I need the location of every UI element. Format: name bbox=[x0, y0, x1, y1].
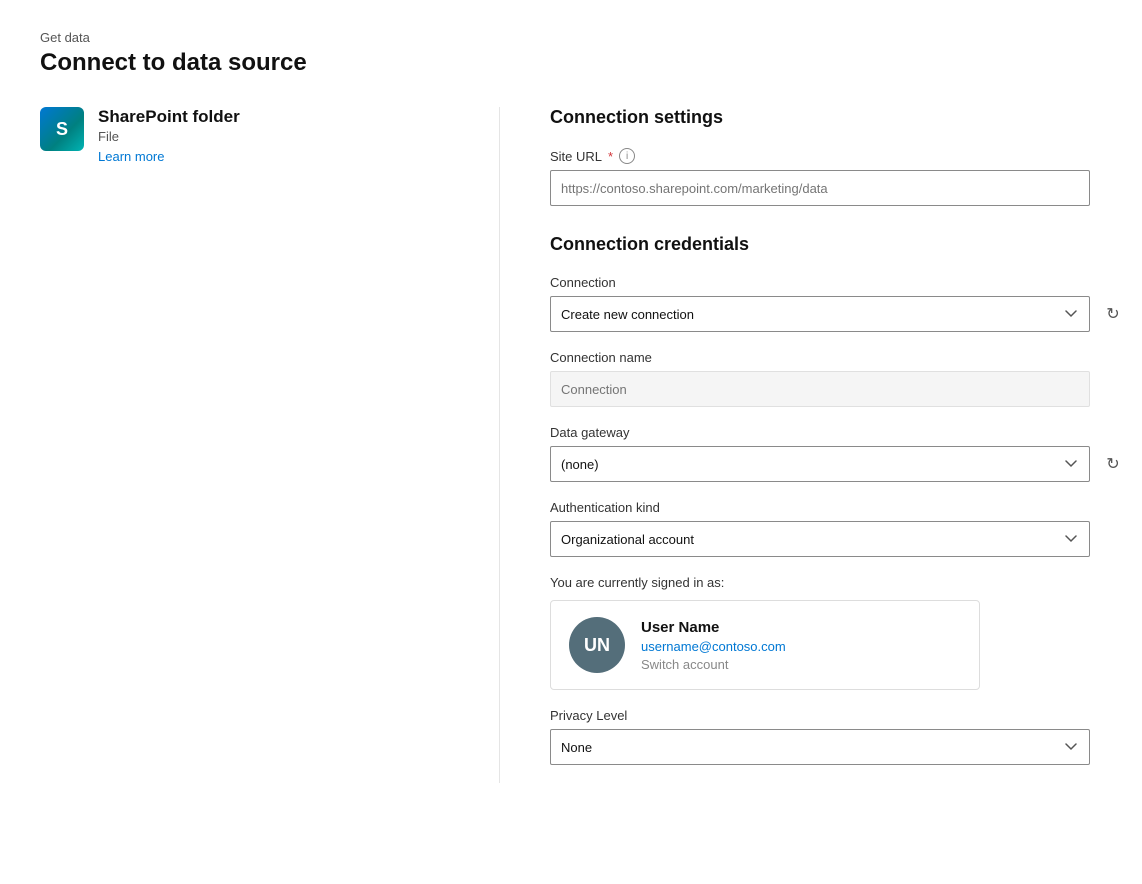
sharepoint-icon: S bbox=[40, 107, 84, 151]
user-name: User Name bbox=[641, 619, 786, 636]
learn-more-link[interactable]: Learn more bbox=[98, 149, 164, 164]
connection-name-input[interactable] bbox=[550, 371, 1090, 407]
breadcrumb: Get data bbox=[40, 30, 1102, 45]
left-panel: S SharePoint folder File Learn more bbox=[40, 107, 500, 783]
privacy-level-dropdown-row: None Public Organizational Private bbox=[550, 729, 1128, 765]
avatar: UN bbox=[569, 617, 625, 673]
page-title: Connect to data source bbox=[40, 49, 1102, 77]
connection-credentials-title: Connection credentials bbox=[550, 234, 1128, 255]
connection-name-group: Connection name bbox=[550, 350, 1128, 407]
user-email: username@contoso.com bbox=[641, 639, 786, 654]
data-gateway-dropdown-row: (none) ↻ bbox=[550, 446, 1128, 482]
data-gateway-refresh-button[interactable]: ↻ bbox=[1098, 449, 1128, 479]
connector-name: SharePoint folder bbox=[98, 107, 240, 127]
connector-type: File bbox=[98, 129, 240, 144]
data-gateway-dropdown[interactable]: (none) bbox=[550, 446, 1090, 482]
connection-dropdown-row: Create new connection ↻ bbox=[550, 296, 1128, 332]
site-url-label: Site URL * i bbox=[550, 148, 1128, 164]
data-gateway-label: Data gateway bbox=[550, 425, 1128, 440]
signed-in-label: You are currently signed in as: bbox=[550, 575, 1128, 590]
connection-settings-section: Connection settings Site URL * i https:/… bbox=[550, 107, 1128, 206]
data-gateway-group: Data gateway (none) ↻ bbox=[550, 425, 1128, 482]
connector-text: SharePoint folder File Learn more bbox=[98, 107, 240, 164]
switch-account-button[interactable]: Switch account bbox=[641, 657, 786, 672]
privacy-level-label: Privacy Level bbox=[550, 708, 1128, 723]
connector-info: S SharePoint folder File Learn more bbox=[40, 107, 459, 164]
connection-field-group: Connection Create new connection ↻ bbox=[550, 275, 1128, 332]
right-panel: Connection settings Site URL * i https:/… bbox=[500, 107, 1128, 783]
site-url-input[interactable]: https://contoso.sharepoint.com/marketing… bbox=[550, 170, 1090, 206]
user-card: UN User Name username@contoso.com Switch… bbox=[550, 600, 980, 690]
connection-settings-title: Connection settings bbox=[550, 107, 1128, 128]
user-info: User Name username@contoso.com Switch ac… bbox=[641, 619, 786, 672]
signed-in-group: You are currently signed in as: UN User … bbox=[550, 575, 1128, 690]
connection-name-label: Connection name bbox=[550, 350, 1128, 365]
auth-kind-label: Authentication kind bbox=[550, 500, 1128, 515]
required-star: * bbox=[608, 149, 613, 164]
connection-dropdown[interactable]: Create new connection bbox=[550, 296, 1090, 332]
auth-kind-dropdown[interactable]: Organizational account bbox=[550, 521, 1090, 557]
info-icon[interactable]: i bbox=[619, 148, 635, 164]
site-url-group: Site URL * i https://contoso.sharepoint.… bbox=[550, 148, 1128, 206]
connection-refresh-button[interactable]: ↻ bbox=[1098, 299, 1128, 329]
auth-kind-group: Authentication kind Organizational accou… bbox=[550, 500, 1128, 557]
connection-label: Connection bbox=[550, 275, 1128, 290]
auth-kind-dropdown-row: Organizational account bbox=[550, 521, 1128, 557]
privacy-level-dropdown[interactable]: None Public Organizational Private bbox=[550, 729, 1090, 765]
privacy-level-group: Privacy Level None Public Organizational… bbox=[550, 708, 1128, 765]
connection-credentials-section: Connection credentials Connection Create… bbox=[550, 234, 1128, 765]
